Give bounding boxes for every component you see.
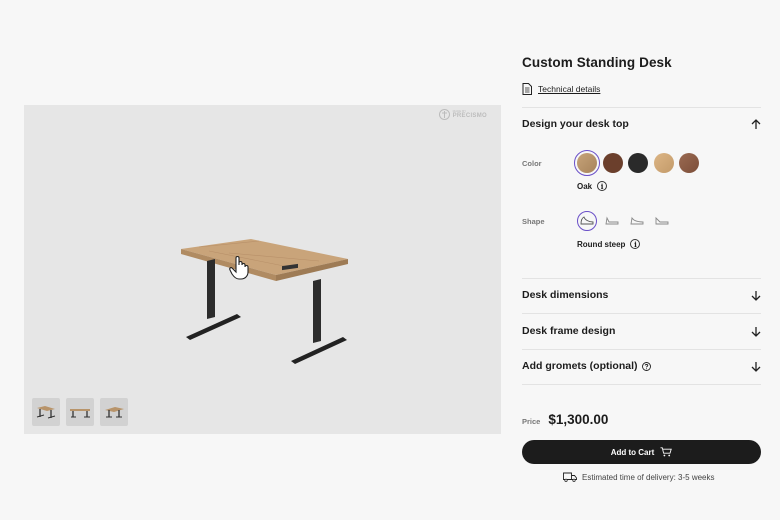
section-title: Design your desk top (522, 118, 629, 130)
price-row: Price $1,300.00 (522, 412, 608, 427)
desk-3d-model[interactable] (169, 231, 359, 381)
color-swatches (574, 150, 699, 176)
brand-watermark: MADE BY PRECISMO (438, 109, 487, 120)
brand-logo-icon (438, 109, 450, 120)
help-icon[interactable] (641, 361, 651, 371)
divider (522, 313, 761, 314)
shape-option-4[interactable] (652, 211, 672, 231)
shape-round-steep-icon (580, 216, 594, 225)
swatch-black[interactable] (628, 153, 648, 173)
price-value: $1,300.00 (548, 412, 609, 427)
product-viewer[interactable]: MADE BY PRECISMO (24, 105, 501, 434)
swatch-dark-walnut[interactable] (679, 153, 699, 173)
arrow-down-icon[interactable] (751, 290, 761, 301)
section-title: Add gromets (optional) (522, 360, 638, 372)
divider (522, 107, 761, 108)
section-add-gromets[interactable]: Add gromets (optional) (522, 360, 761, 372)
selected-shape: Round steep i (577, 239, 641, 249)
divider (522, 349, 761, 350)
shape-option-2[interactable] (602, 211, 622, 231)
cart-icon (660, 447, 673, 457)
swatch-oak[interactable] (574, 150, 600, 176)
section-title: Desk dimensions (522, 289, 609, 301)
technical-details-link[interactable]: Technical details (522, 83, 600, 95)
desk-thumbnail-icon (36, 406, 56, 419)
price-label: Price (522, 417, 541, 426)
desk-thumbnail-icon (105, 407, 124, 418)
document-icon (522, 83, 532, 95)
arrow-down-icon[interactable] (751, 361, 761, 372)
add-to-cart-label: Add to Cart (610, 447, 655, 457)
selected-color: Oak i (577, 181, 608, 191)
shape-option-3[interactable] (627, 211, 647, 231)
shape-edge-icon (655, 216, 669, 225)
configurator-panel: Custom Standing Desk Technical details D… (522, 0, 762, 520)
section-title-wrapper: Add gromets (optional) (522, 360, 651, 372)
desk-thumbnail-icon (70, 409, 90, 418)
thumbnail-3[interactable] (100, 398, 128, 426)
color-option-label: Color (522, 159, 542, 168)
selected-color-name: Oak (577, 181, 593, 191)
section-desk-frame-design[interactable]: Desk frame design (522, 325, 761, 337)
arrow-down-icon[interactable] (751, 326, 761, 337)
shape-edge-icon (605, 216, 619, 225)
divider (522, 278, 761, 279)
selected-shape-name: Round steep (577, 239, 626, 249)
shape-option-label: Shape (522, 217, 545, 226)
delivery-text: Estimated time of delivery: 3-5 weeks (582, 472, 715, 482)
info-icon[interactable]: i (630, 239, 641, 249)
info-icon[interactable]: i (597, 181, 608, 191)
drag-hand-cursor-icon (229, 255, 249, 280)
truck-icon (563, 472, 577, 482)
swatch-walnut[interactable] (602, 153, 623, 173)
add-to-cart-button[interactable]: Add to Cart (522, 440, 761, 464)
section-title: Desk frame design (522, 325, 616, 337)
technical-details-label[interactable]: Technical details (538, 84, 600, 94)
arrow-up-icon[interactable] (751, 118, 761, 130)
thumbnail-1[interactable] (32, 398, 60, 426)
shape-round-steep[interactable] (577, 211, 597, 231)
swatch-maple[interactable] (653, 153, 674, 173)
delivery-estimate: Estimated time of delivery: 3-5 weeks (563, 472, 715, 482)
shape-options (577, 211, 672, 231)
thumbnail-strip (32, 398, 128, 426)
product-title: Custom Standing Desk (522, 55, 672, 70)
section-desk-dimensions[interactable]: Desk dimensions (522, 289, 761, 301)
shape-edge-icon (630, 216, 644, 225)
watermark-brand-text: PRECISMO (452, 113, 487, 119)
divider (522, 384, 761, 385)
section-design-desk-top[interactable]: Design your desk top (522, 118, 761, 130)
thumbnail-2[interactable] (66, 398, 94, 426)
